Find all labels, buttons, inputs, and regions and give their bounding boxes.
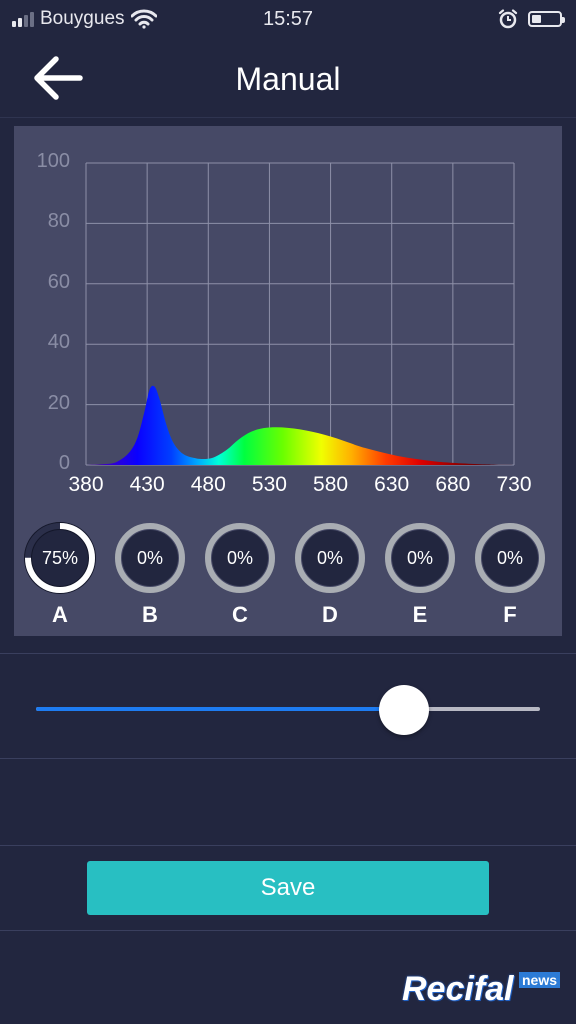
battery-icon <box>528 11 565 27</box>
slider-track-fill <box>36 707 404 711</box>
channel-percent: 0% <box>406 548 433 568</box>
y-tick-label: 60 <box>47 270 70 293</box>
channel-label: A <box>52 602 68 627</box>
spectrum-curve <box>86 385 514 465</box>
channel-percent: 0% <box>136 548 163 568</box>
y-tick-label: 40 <box>47 331 70 354</box>
y-tick-label: 80 <box>47 210 70 233</box>
channel-label: F <box>503 602 517 627</box>
divider <box>0 653 576 654</box>
channel-percent: 0% <box>226 548 253 568</box>
x-tick-label: 380 <box>68 473 104 496</box>
watermark-badge: news <box>518 972 560 988</box>
spectrum-panel: 75% A 0% B 0% C 0% D 0% E 0% F 100 80 60 40 20 0 380 430 48… <box>14 126 562 636</box>
channel-percent: 0% <box>496 548 523 568</box>
nav-bar: Manual <box>0 40 576 118</box>
y-tick-label: 0 <box>58 452 70 474</box>
recifal-news-watermark: Recifal news <box>396 970 562 1010</box>
x-tick-label: 730 <box>496 473 532 496</box>
y-tick-label: 20 <box>47 391 70 414</box>
channel-label: C <box>232 602 248 627</box>
slider-thumb[interactable] <box>378 685 429 735</box>
channel-label: D <box>322 602 338 627</box>
spectrum-chart <box>85 162 515 466</box>
channel-selector: 75% A 0% B 0% C 0% D 0% E 0% F <box>14 518 562 628</box>
page-title: Manual <box>235 61 341 97</box>
status-time: 15:57 <box>262 8 314 30</box>
channel-f[interactable]: 0% F <box>470 518 550 628</box>
x-tick-label: 480 <box>190 473 226 496</box>
y-tick-label: 100 <box>36 150 70 172</box>
x-tick-label: 530 <box>251 473 287 496</box>
channel-label: B <box>142 602 158 627</box>
watermark-logo-text: Recifal <box>402 970 514 1008</box>
status-right <box>498 9 565 29</box>
channel-label: E <box>412 602 428 627</box>
divider <box>0 930 576 931</box>
channel-e[interactable]: 0% E <box>380 518 460 628</box>
intensity-slider[interactable] <box>36 684 540 736</box>
alarm-clock-icon <box>498 9 518 29</box>
channel-percent: 0% <box>316 548 343 568</box>
divider <box>0 845 576 846</box>
divider <box>0 758 576 759</box>
x-tick-label: 680 <box>435 473 471 496</box>
channel-d[interactable]: 0% D <box>290 518 370 628</box>
channel-c[interactable]: 0% C <box>200 518 280 628</box>
channel-percent: 75% <box>41 548 79 568</box>
status-bar: Bouygues 15:57 <box>0 0 576 40</box>
channel-b[interactable]: 0% B <box>110 518 190 628</box>
nav-divider <box>0 117 576 118</box>
save-button[interactable]: Save <box>87 861 489 915</box>
channel-a[interactable]: 75% A <box>20 518 100 628</box>
x-tick-label: 630 <box>374 473 410 496</box>
x-tick-label: 580 <box>313 473 349 496</box>
x-tick-label: 430 <box>129 473 165 496</box>
